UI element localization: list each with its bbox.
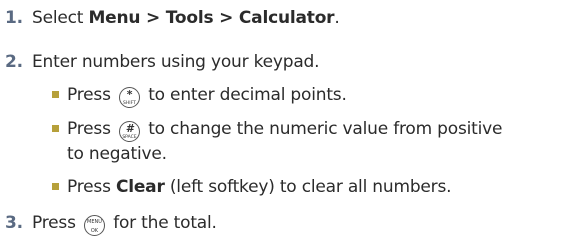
menu-key-top: MENU [87,219,102,225]
instruction-document: 1. Select Menu > Tools > Calculator. 2. En… [0,0,579,241]
step-suffix: . [334,8,340,28]
step-number: 3. [5,213,23,233]
sub-item-before: Press [67,85,111,105]
key-main-glyph: # [125,122,134,135]
step-before: Press [32,213,76,233]
step-number: 2. [5,52,23,72]
step-after: for the total. [113,213,217,233]
key-small-glyph: SPACE [122,135,137,140]
sub-item-text: Press # SPACE to change the numeric value… [52,117,572,166]
sub-item-decimal: Press * SHIFT to enter decimal points. [52,83,572,108]
step-1: 1. Select Menu > Tools > Calculator. [0,7,340,29]
key-small-glyph: SHIFT [123,101,136,106]
pound-space-key-icon: # SPACE [118,121,140,142]
star-shift-key-icon: * SHIFT [118,87,140,108]
step-2: 2. Enter numbers using your keypad. [0,51,320,73]
step-text: Select Menu > Tools > Calculator. [32,7,340,29]
bullet-marker [52,91,59,98]
sub-item-clear: Press Clear (left softkey) to clear all … [52,175,572,199]
sub-item-after: to change the numeric value from positiv… [148,119,503,139]
step-number: 1. [5,8,23,28]
bullet-marker [52,183,59,190]
key-main-glyph: * [126,88,133,101]
sub-item-after-continued: to negative. [67,144,167,164]
menu-ok-key-icon: MENU OK [83,215,105,236]
step-text: Press MENU OK for the total. [32,212,217,236]
menu-path: Menu > Tools > Calculator [88,8,335,28]
sub-item-text: Press * SHIFT to enter decimal points. [52,83,572,108]
clear-softkey-label: Clear [115,177,165,197]
sub-item-after: to enter decimal points. [148,85,347,105]
step-text: Enter numbers using your keypad. [32,52,320,72]
step-3: 3. Press MENU OK for the total. [0,212,217,236]
sub-item-before: Press [67,119,111,139]
step-prefix: Select [32,8,89,28]
sub-item-sign: Press # SPACE to change the numeric value… [52,117,572,166]
sub-item-after: (left softkey) to clear all numbers. [164,177,452,197]
sub-item-before: Press [67,177,116,197]
menu-key-bottom: OK [90,228,99,234]
sub-item-text: Press Clear (left softkey) to clear all … [52,175,572,199]
bullet-marker [52,125,59,132]
